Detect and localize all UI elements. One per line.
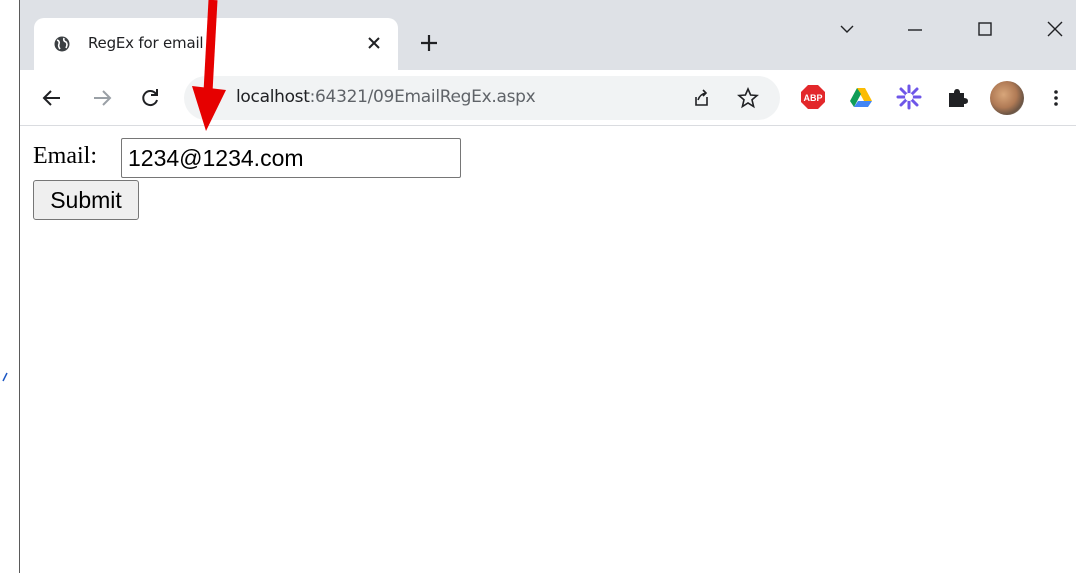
address-bar[interactable]: localhost:64321/09EmailRegEx.aspx [184, 76, 780, 120]
browser-toolbar: localhost:64321/09EmailRegEx.aspx ABP [20, 70, 1076, 126]
minimize-icon[interactable] [900, 14, 930, 44]
url-host: localhost [236, 87, 310, 107]
sparkle-extension-icon[interactable] [896, 84, 922, 110]
more-menu-icon[interactable] [1044, 86, 1068, 110]
adblock-plus-icon[interactable]: ABP [800, 84, 826, 110]
extensions-puzzle-icon[interactable] [944, 84, 970, 110]
red-annotation-arrow [192, 0, 226, 131]
browser-window: RegEx for email localhost:64321/09EmailR… [20, 0, 1076, 573]
url-path: :64321/09EmailRegEx.aspx [309, 87, 536, 107]
share-icon[interactable] [690, 87, 712, 109]
submit-button[interactable]: Submit [33, 180, 139, 220]
email-label: Email: [33, 143, 97, 169]
new-tab-plus-icon[interactable] [418, 32, 440, 54]
forward-arrow-icon[interactable] [90, 86, 114, 110]
google-drive-icon[interactable] [848, 84, 874, 110]
maximize-icon[interactable] [970, 14, 1000, 44]
bookmark-star-icon[interactable] [736, 86, 760, 110]
tab-strip: RegEx for email [20, 0, 1076, 70]
globe-icon [54, 36, 70, 52]
email-input[interactable] [121, 138, 461, 178]
back-arrow-icon[interactable] [40, 86, 64, 110]
edge-arrow-mark [2, 372, 8, 382]
reload-icon[interactable] [138, 86, 162, 110]
tab-search-chevron-down-icon[interactable] [832, 14, 862, 44]
page-content: Email: Submit [20, 126, 1076, 573]
abp-label: ABP [803, 93, 822, 103]
url-text: localhost:64321/09EmailRegEx.aspx [236, 87, 536, 107]
profile-avatar[interactable] [990, 81, 1024, 115]
tab-close-icon[interactable] [364, 33, 384, 53]
close-window-icon[interactable] [1040, 14, 1070, 44]
